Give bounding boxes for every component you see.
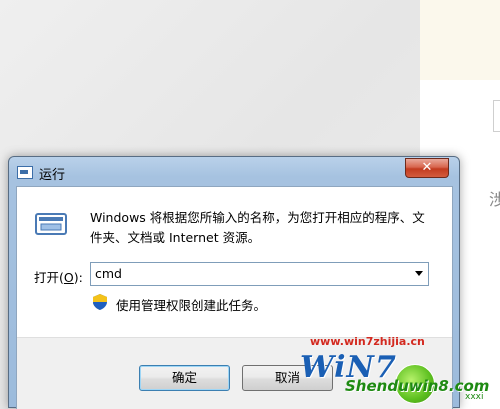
admin-privilege-note: 使用管理权限创建此任务。 [116,298,267,313]
close-icon: ✕ [421,160,433,175]
open-label: 打开(O): [34,270,83,285]
dropdown-arrow-icon[interactable] [415,271,423,276]
watermark-url: www.win7zhijia.cn [310,335,425,348]
command-input[interactable]: cmd [95,266,122,281]
open-label-accesskey: O [63,270,74,285]
ok-button[interactable]: 确定 [139,365,230,391]
dialog-description: Windows 将根据您所输入的名称，为您打开相应的程序、文件夹、文档或 Int… [90,210,425,245]
titlebar[interactable]: 运行 ✕ [9,157,459,187]
window-title: 运行 [39,168,66,183]
watermark-subtext: xxxi [465,392,484,402]
background-text: 涉 [489,190,500,209]
command-combobox[interactable]: cmd [90,262,429,286]
uac-shield-icon [93,294,107,310]
background-panel-top [420,0,500,80]
background-frame-edge [493,100,500,132]
close-button[interactable]: ✕ [405,158,449,178]
run-window-icon [17,166,33,179]
run-program-icon [35,213,67,235]
